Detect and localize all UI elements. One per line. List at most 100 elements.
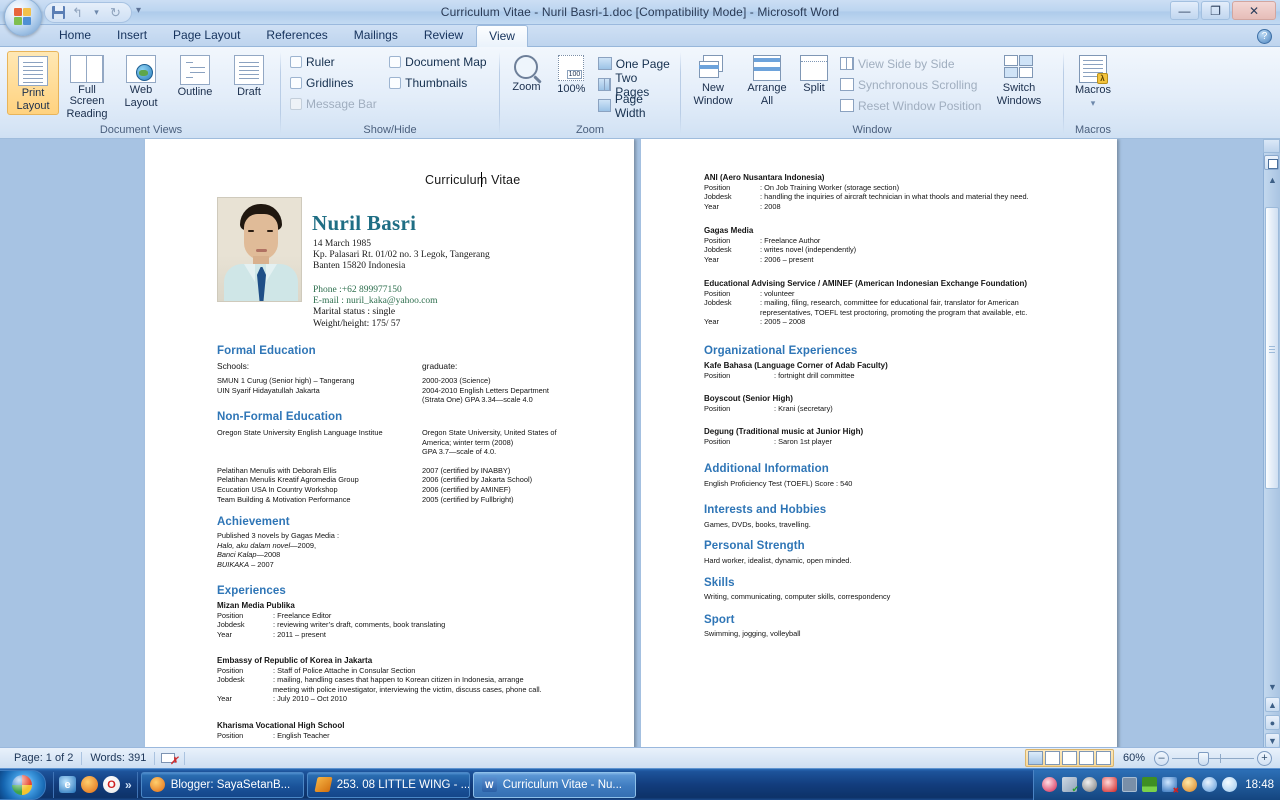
tab-view[interactable]: View: [476, 25, 528, 47]
close-button[interactable]: ✕: [1232, 1, 1276, 20]
view-print-layout-icon[interactable]: [1027, 751, 1043, 765]
select-browse-object-icon[interactable]: [1264, 155, 1279, 170]
browse-object-button[interactable]: ●: [1265, 715, 1280, 730]
view-web-layout-icon[interactable]: [1061, 751, 1077, 765]
firefox-icon[interactable]: [81, 776, 98, 793]
group-macros: λ Macros ▾ Macros: [1064, 49, 1122, 138]
maximize-button[interactable]: ❐: [1201, 1, 1230, 20]
scroll-down-arrow[interactable]: ▼: [1266, 681, 1279, 694]
tab-page-layout[interactable]: Page Layout: [160, 24, 253, 46]
label-graduate: graduate:: [422, 361, 458, 371]
status-bar: Page: 1 of 2 Words: 391 ✗ 60% – +: [0, 747, 1280, 768]
quick-launch-more-icon[interactable]: »: [125, 778, 132, 792]
button-print-layout[interactable]: Print Layout: [7, 51, 59, 115]
org-entry-3-org: Degung (Traditional music at Junior High…: [704, 427, 864, 436]
non-formal-right-1: Oregon State University, United States o…: [422, 428, 557, 437]
experience-1-org: Mizan Media Publika: [217, 601, 295, 610]
tab-home[interactable]: Home: [46, 24, 104, 46]
button-draft[interactable]: Draft: [223, 51, 275, 100]
previous-page-button[interactable]: ▲: [1265, 697, 1280, 712]
next-page-button[interactable]: ▼: [1265, 733, 1280, 747]
vertical-scrollbar[interactable]: ▲ ▼ ▲ ● ▼: [1263, 139, 1280, 747]
button-outline[interactable]: Outline: [169, 51, 221, 100]
macros-dropdown-icon[interactable]: ▾: [1091, 98, 1096, 109]
tray-messenger-icon[interactable]: [1042, 777, 1058, 792]
checkbox-message-bar: Message Bar: [286, 93, 383, 114]
document-page-1[interactable]: Curriculum Vitae Nuril Basri 14 March 19…: [145, 139, 634, 747]
page2-exp-3-row-4-key: Year: [704, 317, 719, 327]
checkbox-thumbnails-box[interactable]: [389, 76, 402, 89]
page2-exp-2-row-1-value: : Freelance Author: [760, 235, 821, 245]
page2-experience-entry-3: Educational Advising Service / AMINEF (A…: [704, 279, 1104, 327]
tray-window-icon[interactable]: [1122, 777, 1138, 792]
checkbox-ruler[interactable]: Ruler: [286, 51, 383, 72]
web-layout-label-1: Web: [129, 84, 153, 96]
start-button[interactable]: [0, 769, 46, 800]
tab-review[interactable]: Review: [411, 24, 476, 46]
non-formal-left-6: Ecucation USA In Country Workshop: [217, 484, 338, 494]
tray-app-icon[interactable]: [1082, 777, 1098, 792]
button-zoom[interactable]: Zoom: [505, 51, 548, 93]
button-web-layout[interactable]: Web Layout: [115, 51, 167, 111]
zoom-in-button[interactable]: +: [1257, 750, 1272, 766]
group-document-views: Print Layout Full Screen Reading Web Lay…: [2, 49, 280, 138]
tray-updates-icon[interactable]: [1062, 777, 1079, 795]
tab-insert[interactable]: Insert: [104, 24, 160, 46]
checkbox-gridlines[interactable]: Gridlines: [286, 72, 383, 93]
experience-2-row-2-value: : mailing, handling cases that happen to…: [273, 675, 524, 685]
status-word-count[interactable]: Words: 391: [82, 752, 154, 764]
page2-experience-entry-2: Gagas Media Position : Freelance Author …: [704, 226, 1084, 264]
checkbox-thumbnails[interactable]: Thumbnails: [385, 72, 494, 93]
tray-antivirus-icon[interactable]: [1102, 777, 1118, 792]
tray-signal-icon[interactable]: [1142, 777, 1158, 792]
scroll-up-arrow[interactable]: ▲: [1266, 174, 1279, 187]
checkbox-document-map[interactable]: Document Map: [385, 51, 494, 72]
internet-explorer-icon[interactable]: e: [59, 776, 76, 793]
taskbar-button-media-player[interactable]: 253. 08 LITTLE WING - ...: [306, 771, 470, 798]
tab-mailings[interactable]: Mailings: [341, 24, 411, 46]
zoom-slider-track[interactable]: [1172, 751, 1254, 766]
document-page-2[interactable]: ANI (Aero Nusantara Indonesia) Position …: [641, 139, 1117, 747]
status-right-cluster: 60% – +: [1024, 749, 1280, 767]
proofing-errors-icon[interactable]: ✗: [161, 751, 178, 767]
taskbar-clock[interactable]: 18:48: [1242, 779, 1274, 791]
help-icon[interactable]: ?: [1257, 29, 1272, 44]
button-switch-windows[interactable]: Switch Windows: [990, 51, 1048, 109]
view-draft-icon[interactable]: [1095, 751, 1111, 765]
button-new-window[interactable]: New Window: [686, 51, 740, 109]
button-full-screen-reading[interactable]: Full Screen Reading: [61, 51, 113, 122]
zoom-out-button[interactable]: –: [1154, 750, 1169, 766]
button-arrange-all[interactable]: Arrange All: [742, 51, 792, 109]
tray-network-icon[interactable]: [1162, 777, 1179, 795]
split-bar-handle[interactable]: [1263, 139, 1280, 153]
non-formal-left-2: [217, 438, 422, 448]
scrollbar-thumb[interactable]: [1265, 207, 1279, 489]
opera-icon[interactable]: O: [103, 776, 120, 793]
button-zoom-100[interactable]: 100 100%: [550, 51, 593, 95]
zoom-slider-handle[interactable]: [1198, 751, 1209, 766]
view-outline-icon[interactable]: [1078, 751, 1094, 765]
experience-1-row-2: Jobdesk : reviewing writer’s draft, comm…: [217, 620, 597, 630]
button-macros[interactable]: λ Macros ▾: [1069, 51, 1117, 111]
minimize-button[interactable]: —: [1170, 1, 1199, 20]
status-page-number[interactable]: Page: 1 of 2: [6, 752, 81, 764]
windows-taskbar: e O » Blogger: SayaSetanB... 253. 08 LIT…: [0, 768, 1280, 800]
tab-references[interactable]: References: [253, 24, 340, 46]
tray-speaker-mute-icon[interactable]: [1182, 777, 1198, 792]
checkbox-ruler-box[interactable]: [290, 55, 302, 68]
taskbar-button-blogger[interactable]: Blogger: SayaSetanB...: [140, 771, 304, 798]
achievement-intro: Published 3 novels by Gagas Media :: [217, 531, 340, 540]
tray-volume-icon[interactable]: [1222, 777, 1238, 792]
achievement-item-3: BUIKAKA – 2007: [217, 560, 517, 570]
checkbox-document-map-box[interactable]: [389, 55, 402, 68]
view-full-screen-reading-icon[interactable]: [1044, 751, 1060, 765]
experience-1-row-3-value: : 2011 – present: [273, 629, 326, 639]
button-split[interactable]: Split: [794, 51, 834, 96]
status-zoom-level[interactable]: 60%: [1117, 752, 1151, 764]
experience-1-row-1-key: Position: [217, 610, 244, 620]
tray-smiley-icon[interactable]: [1202, 777, 1218, 792]
checkbox-gridlines-box[interactable]: [290, 76, 302, 89]
document-canvas[interactable]: Curriculum Vitae Nuril Basri 14 March 19…: [0, 139, 1280, 747]
button-page-width[interactable]: Page Width: [595, 92, 675, 120]
taskbar-button-word[interactable]: W Curriculum Vitae - Nu...: [472, 771, 636, 798]
